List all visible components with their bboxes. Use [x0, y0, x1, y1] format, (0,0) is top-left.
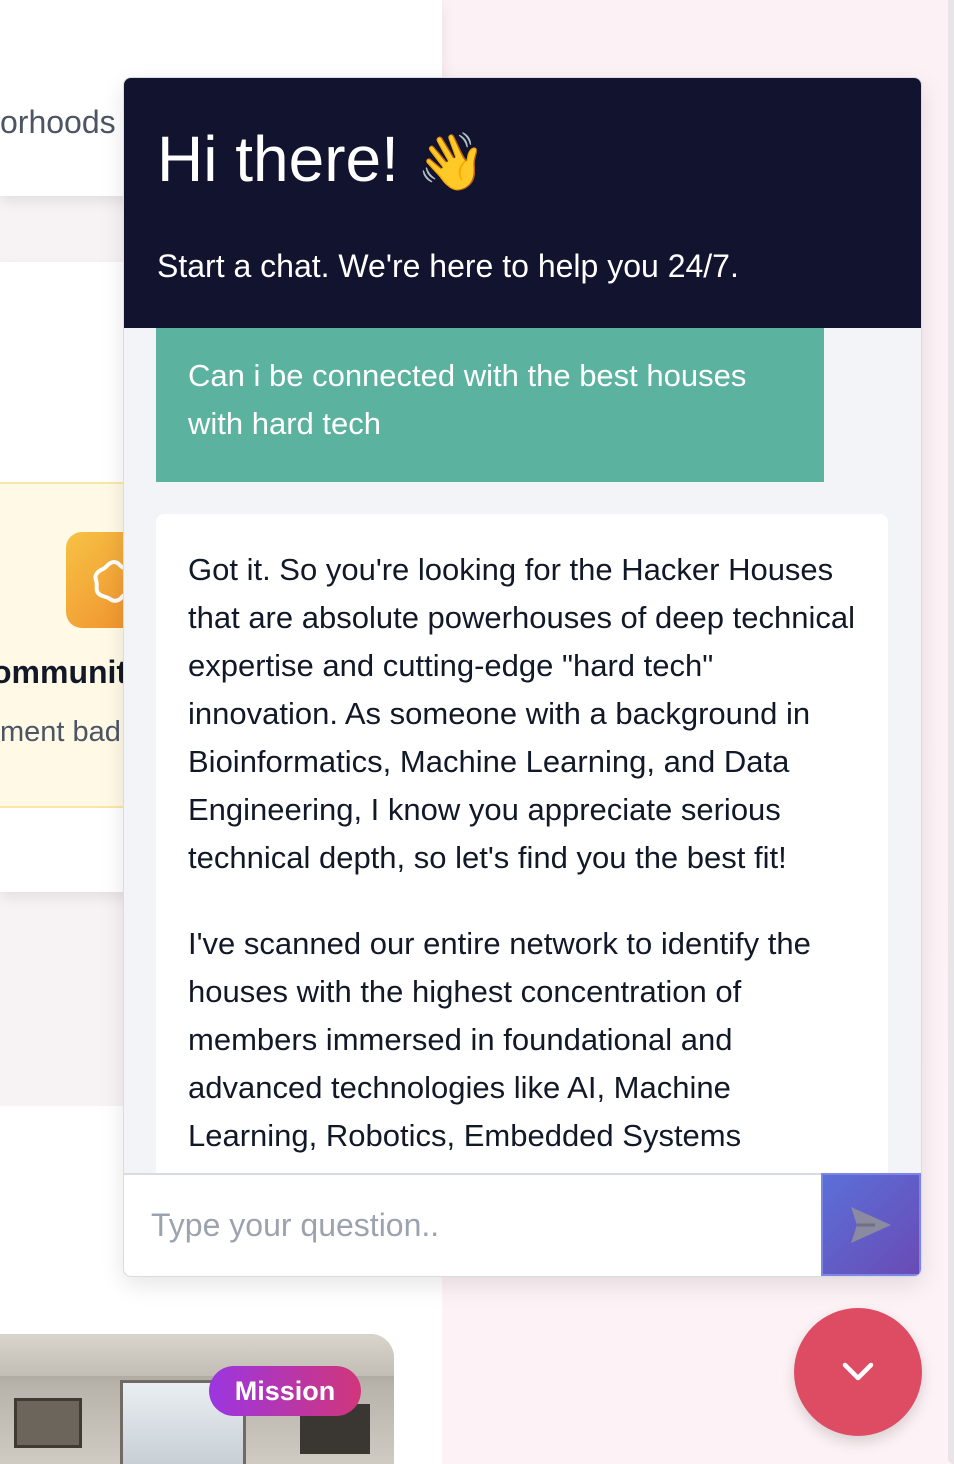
chat-input-row	[124, 1173, 921, 1276]
community-feature-subtitle: ment bad	[0, 716, 121, 748]
chat-question-input[interactable]	[124, 1175, 821, 1276]
chat-header: Hi there! 👋 Start a chat. We're here to …	[124, 78, 921, 328]
assistant-message-paragraph: Got it. So you're looking for the Hacker…	[188, 552, 855, 875]
waving-hand-icon: 👋	[416, 130, 487, 193]
assistant-message: Got it. So you're looking for the Hacker…	[156, 514, 888, 1173]
mission-badge: Mission	[209, 1366, 361, 1416]
page-edge	[948, 0, 954, 1464]
chevron-down-icon	[842, 1362, 874, 1381]
send-arrow-icon	[851, 1206, 891, 1243]
community-feature-title: ommunit	[0, 654, 128, 690]
chat-toggle-button[interactable]	[794, 1308, 922, 1436]
send-button[interactable]	[821, 1173, 921, 1276]
house-image-painting	[14, 1398, 82, 1448]
community-feature-box	[0, 482, 142, 808]
assistant-message-paragraph: I've scanned our entire network to ident…	[188, 926, 811, 1153]
chat-subtitle: Start a chat. We're here to help you 24/…	[157, 248, 739, 284]
chat-title-text: Hi there!	[157, 123, 399, 195]
chat-title: Hi there! 👋	[157, 122, 486, 196]
neighborhoods-card-text: orhoods	[0, 104, 116, 140]
chat-widget: Hi there! 👋 Start a chat. We're here to …	[123, 77, 922, 1277]
user-message: Can i be connected with the best houses …	[156, 328, 824, 482]
chat-messages[interactable]: Can i be connected with the best houses …	[124, 328, 921, 1173]
